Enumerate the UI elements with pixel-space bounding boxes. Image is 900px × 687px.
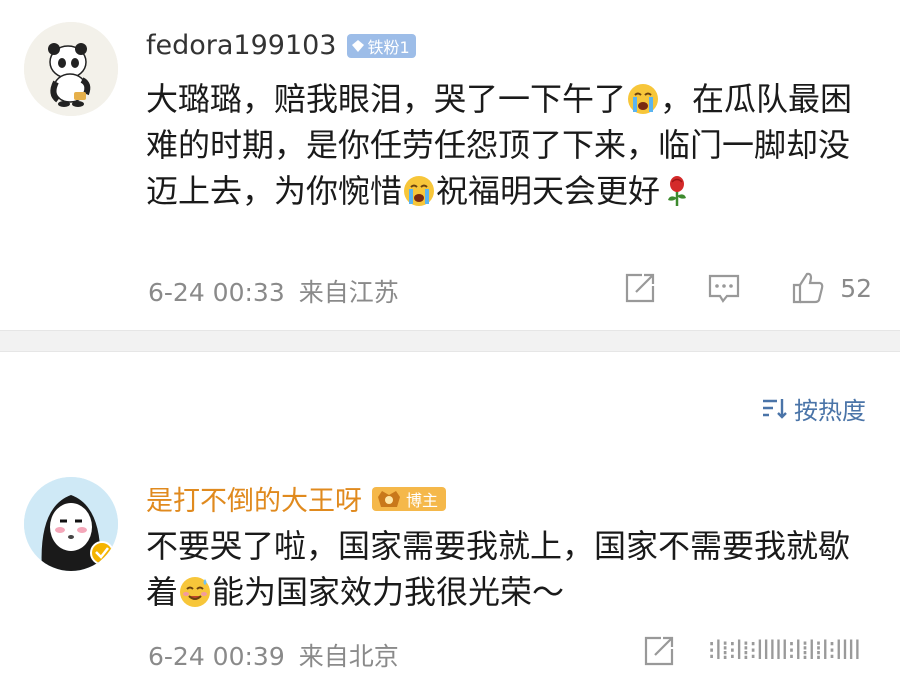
comment-text: 大璐璐，赔我眼泪，哭了一下午了 ，在瓜队最困难的时期，是你任劳任怨顶了下来，临门…: [146, 76, 876, 214]
comment-meta: 6-24 00:39 来自北京: [148, 637, 399, 673]
comment-actions: ⁝l⁞⁝l⁞⁝lllll⁝l⁞l⁞l⁝llll: [641, 633, 861, 669]
crying-face-emoji-icon: [628, 84, 659, 114]
comment-item: 是打不倒的大王呀 博主 不要哭了啦，国家需要我就上，国家不需要我就歇着 能为国家…: [0, 455, 900, 687]
sort-icon: [763, 399, 787, 419]
username-text[interactable]: fedora199103: [146, 30, 337, 61]
avatar[interactable]: [24, 477, 118, 571]
comment-meta: 6-24 00:33 来自江苏: [148, 273, 399, 309]
crying-face-emoji-icon: [404, 176, 435, 206]
share-icon[interactable]: [622, 270, 658, 306]
rose-emoji-icon: [668, 176, 687, 206]
panda-avatar-icon: [24, 22, 118, 116]
comment-text: 不要哭了啦，国家需要我就上，国家不需要我就歇着 能为国家效力我很光荣～: [146, 523, 876, 615]
share-icon[interactable]: [641, 633, 677, 669]
section-divider: [0, 330, 900, 352]
comment-date: 6-24 00:39: [148, 642, 285, 671]
comment-icon[interactable]: [706, 270, 742, 306]
comment-actions: 52: [622, 270, 872, 306]
smiling-sweat-emoji-icon: [180, 577, 211, 607]
sort-label[interactable]: 按热度: [794, 391, 866, 426]
no-face-avatar-icon: [24, 477, 118, 571]
username-text[interactable]: 是打不倒的大王呀: [146, 479, 362, 518]
sort-button[interactable]: 按热度: [760, 388, 866, 428]
host-badge-label: 博主: [406, 490, 439, 510]
avatar[interactable]: [24, 22, 118, 116]
fan-badge-label: 铁粉1: [367, 37, 410, 57]
username[interactable]: fedora199103 铁粉1: [146, 30, 416, 61]
diamond-icon: [351, 39, 364, 52]
watermark-text: ⁝l⁞⁝l⁞⁝lllll⁝l⁞l⁞l⁝llll: [707, 636, 861, 666]
comment-text-part: 大璐璐，赔我眼泪，哭了一下午了: [146, 80, 627, 118]
comment-item: fedora199103 铁粉1 大璐璐，赔我眼泪，哭了一下午了 ，在瓜队最困难…: [0, 0, 900, 330]
comment-location: 来自江苏: [298, 278, 399, 307]
like-count: 52: [840, 273, 872, 303]
username[interactable]: 是打不倒的大王呀 博主: [146, 479, 447, 518]
comment-text-part: 祝福明天会更好: [436, 172, 661, 210]
fan-badge[interactable]: 铁粉1: [346, 33, 416, 58]
host-icon: [378, 490, 400, 507]
comment-location: 来自北京: [298, 642, 399, 671]
comment-text-part: 能为国家效力我很光荣～: [212, 573, 565, 611]
host-badge[interactable]: 博主: [372, 486, 447, 511]
comment-date: 6-24 00:33: [148, 278, 285, 307]
like-icon[interactable]: [790, 270, 826, 306]
